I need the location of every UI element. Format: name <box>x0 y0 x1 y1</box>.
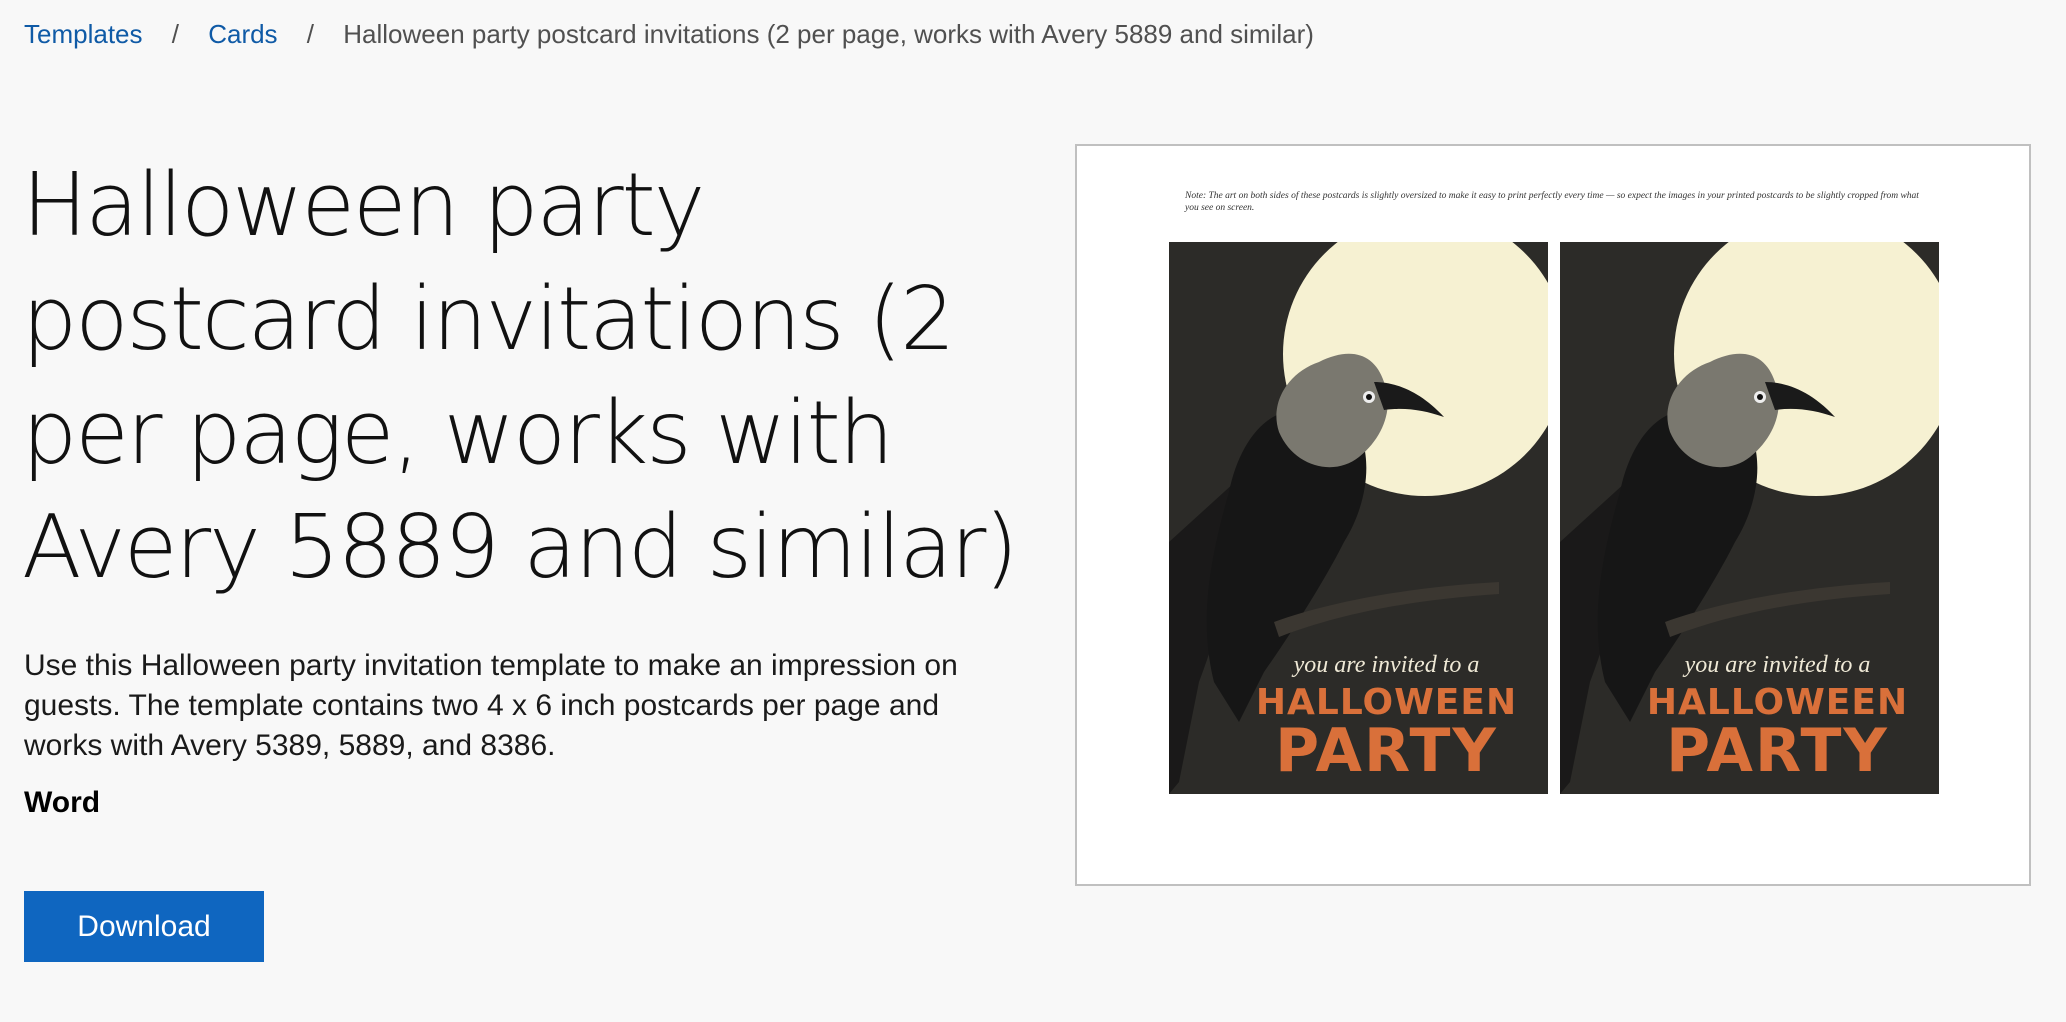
breadcrumb-link-cards[interactable]: Cards <box>208 19 277 49</box>
app-label: Word <box>24 786 101 819</box>
preview-note: Note: The art on both sides of these pos… <box>1185 191 1919 213</box>
breadcrumb-separator: / <box>171 19 179 49</box>
postcard-event-subtitle: PARTY <box>1666 716 1889 786</box>
breadcrumb-current: Halloween party postcard invitations (2 … <box>343 19 1314 49</box>
breadcrumb: Templates / Cards / Halloween party post… <box>24 14 1314 54</box>
postcard-invite-text: you are invited to a <box>1684 652 1871 678</box>
breadcrumb-separator: / <box>306 19 315 49</box>
postcard-event-subtitle: PARTY <box>1275 716 1498 786</box>
postcard-preview: you are invited to a HALLOWEEN PARTY <box>1560 242 1939 794</box>
template-preview: Note: The art on both sides of these pos… <box>1075 144 2031 886</box>
postcard-preview: you are invited to a HALLOWEEN PARTY <box>1169 242 1548 794</box>
download-button[interactable]: Download <box>24 891 264 962</box>
page-title: Halloween party postcard invitations (2 … <box>22 154 1018 598</box>
breadcrumb-link-templates[interactable]: Templates <box>24 19 143 49</box>
template-description: Use this Halloween party invitation temp… <box>24 649 958 762</box>
postcard-invite-text: you are invited to a <box>1293 652 1480 678</box>
